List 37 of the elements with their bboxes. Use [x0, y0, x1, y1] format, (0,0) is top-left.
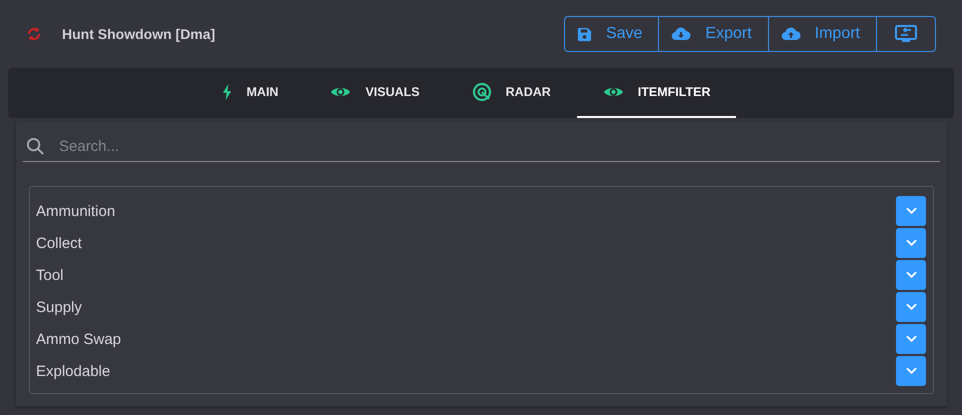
tab[interactable]: ITEMFILTER [576, 68, 736, 118]
chevron-down-icon [906, 239, 916, 247]
category-label: Tool [36, 266, 64, 284]
category-label: Ammunition [36, 202, 116, 220]
tab[interactable]: VISUALS [304, 68, 446, 118]
lightning-icon [222, 83, 233, 101]
eye-icon [330, 85, 352, 99]
chevron-down-icon [906, 207, 916, 215]
cloud-download-icon [671, 27, 692, 41]
monitor-icon [895, 25, 917, 43]
chevron-down-icon [906, 335, 916, 343]
tab[interactable]: MAIN [196, 68, 304, 118]
chevron-down-icon [906, 303, 916, 311]
chevron-down-icon [906, 367, 916, 375]
expand-button[interactable] [896, 228, 926, 258]
expand-button[interactable] [896, 356, 926, 386]
expand-button[interactable] [896, 196, 926, 226]
floppy-icon [576, 26, 592, 42]
category-label: Ammo Swap [36, 330, 122, 348]
cloud-upload-icon [780, 27, 801, 41]
category-label: Collect [36, 234, 82, 252]
chevron-down-icon [906, 271, 916, 279]
expand-button[interactable] [896, 292, 926, 322]
category-label: Explodable [36, 362, 110, 380]
toolbar-button[interactable]: Import [768, 17, 876, 51]
toolbar-button[interactable]: Save [564, 17, 658, 51]
app-title: Hunt Showdown [Dma] [62, 26, 216, 42]
radar-icon [472, 82, 492, 102]
tab[interactable]: RADAR [446, 68, 577, 118]
sync-icon [26, 26, 42, 42]
search-field[interactable]: Search... [57, 136, 940, 156]
expand-button[interactable] [896, 324, 926, 354]
category-label: Supply [36, 298, 82, 316]
search-icon [26, 136, 45, 156]
expand-button[interactable] [896, 260, 926, 290]
eye-icon [602, 85, 624, 99]
toolbar-button[interactable]: Export [658, 17, 768, 51]
